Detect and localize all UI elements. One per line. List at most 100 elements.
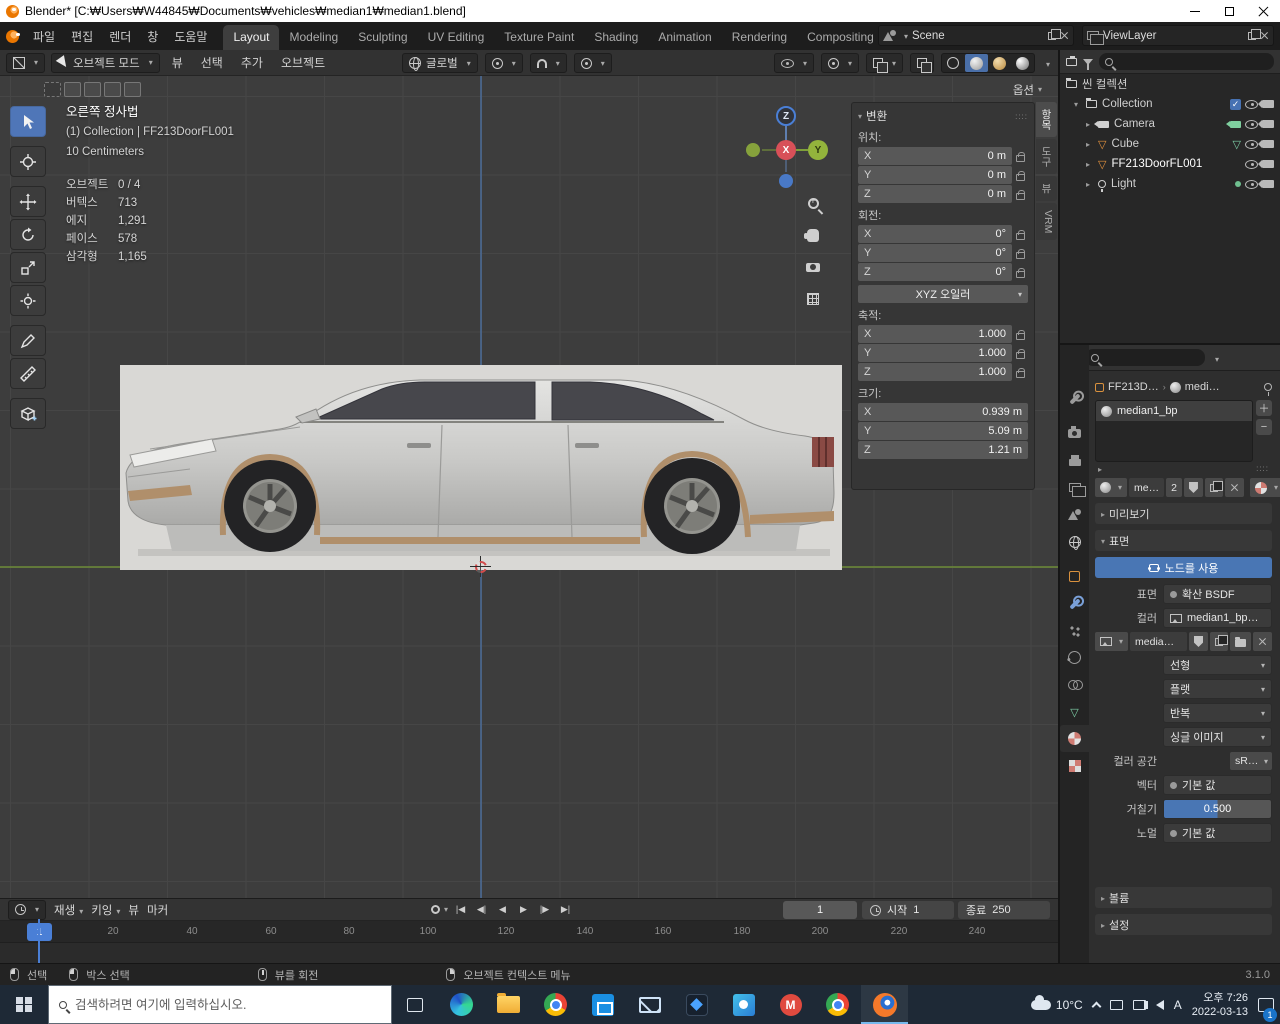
menu-select[interactable]: 선택 bbox=[195, 52, 229, 73]
proportional-editing-toggle[interactable] bbox=[574, 53, 612, 73]
workspace-tab-uv-editing[interactable]: UV Editing bbox=[418, 25, 495, 50]
tool-scale[interactable] bbox=[10, 252, 46, 283]
filter-icon[interactable] bbox=[1083, 59, 1093, 65]
collection-slot-button-2[interactable] bbox=[64, 82, 81, 97]
outliner-row-cube[interactable]: Cube bbox=[1060, 134, 1280, 154]
roughness-slider[interactable]: 0.500 bbox=[1163, 799, 1272, 819]
pivot-point-selector[interactable] bbox=[485, 53, 523, 73]
lock-scale-z[interactable] bbox=[1012, 367, 1028, 378]
collection-slot-button-1[interactable] bbox=[44, 82, 61, 97]
fake-user-button[interactable] bbox=[1184, 478, 1203, 497]
auto-keying-button[interactable] bbox=[430, 901, 449, 918]
taskbar-app-chrome[interactable] bbox=[532, 985, 579, 1024]
ime-indicator[interactable]: A bbox=[1174, 998, 1182, 1012]
hide-toggle-eye-icon[interactable] bbox=[1245, 120, 1258, 129]
xray-toggle[interactable] bbox=[910, 53, 934, 73]
pin-icon[interactable] bbox=[1264, 383, 1272, 391]
location-x-field[interactable]: X0 m bbox=[858, 147, 1012, 165]
gizmo-axis-z[interactable]: Z bbox=[776, 106, 796, 126]
gizmo-axis-z-negative[interactable] bbox=[779, 174, 793, 188]
scale-y-field[interactable]: Y1.000 bbox=[858, 344, 1012, 362]
taskbar-search[interactable] bbox=[48, 985, 392, 1024]
outliner-row-scene-collection[interactable]: 씬 컬렉션 bbox=[1060, 74, 1280, 94]
image-name-field[interactable]: media… bbox=[1130, 632, 1187, 651]
dimensions-x-field[interactable]: X0.939 m bbox=[858, 403, 1028, 421]
tab-object[interactable] bbox=[1060, 563, 1089, 590]
collection-slot-button-4[interactable] bbox=[104, 82, 121, 97]
render-toggle-camera-icon[interactable] bbox=[1262, 160, 1274, 168]
section-surface[interactable]: 표면 bbox=[1095, 530, 1272, 551]
jump-to-start-button[interactable]: |◀ bbox=[451, 901, 470, 918]
task-view-button[interactable] bbox=[392, 985, 438, 1024]
new-material-button[interactable] bbox=[1205, 478, 1223, 497]
workspace-tab-modeling[interactable]: Modeling bbox=[279, 25, 348, 50]
camera-view-button[interactable] bbox=[802, 256, 824, 278]
hide-toggle-eye-icon[interactable] bbox=[1245, 180, 1258, 189]
menu-playback[interactable]: 재생 bbox=[54, 902, 83, 918]
blender-menu-button[interactable] bbox=[6, 30, 19, 43]
sidebar-tab-tool[interactable]: 도구 bbox=[1036, 139, 1057, 174]
expand-icon[interactable] bbox=[1074, 98, 1082, 110]
scale-z-field[interactable]: Z1.000 bbox=[858, 363, 1012, 381]
tool-add-cube[interactable] bbox=[10, 398, 46, 429]
tab-view-layer[interactable] bbox=[1060, 474, 1089, 501]
tray-expand-chevron[interactable] bbox=[1091, 1001, 1101, 1011]
end-frame-field[interactable]: 종료 250 bbox=[958, 901, 1050, 919]
navigation-gizmo[interactable]: Z X Y bbox=[742, 104, 830, 194]
menu-help[interactable]: 도움말 bbox=[166, 25, 215, 48]
taskbar-search-input[interactable] bbox=[75, 998, 381, 1012]
scale-x-field[interactable]: X1.000 bbox=[858, 325, 1012, 343]
transform-panel-header[interactable]: 변환 :::: bbox=[858, 107, 1028, 125]
rotation-x-field[interactable]: X0° bbox=[858, 225, 1012, 243]
workspace-tab-sculpting[interactable]: Sculpting bbox=[348, 25, 417, 50]
collection-slot-button-5[interactable] bbox=[124, 82, 141, 97]
shading-material-button[interactable] bbox=[988, 54, 1011, 72]
delete-scene-icon[interactable] bbox=[1060, 31, 1069, 40]
menu-marker[interactable]: 마커 bbox=[147, 902, 168, 918]
taskbar-app-explorer[interactable] bbox=[485, 985, 532, 1024]
hide-toggle-eye-icon[interactable] bbox=[1245, 140, 1258, 149]
tab-particles[interactable] bbox=[1060, 617, 1089, 644]
shading-options-dropdown[interactable] bbox=[1042, 56, 1050, 70]
tool-cursor[interactable] bbox=[10, 146, 46, 177]
lock-location-x[interactable] bbox=[1012, 151, 1028, 162]
display-tray-icon[interactable] bbox=[1110, 1000, 1123, 1010]
outliner-row-collection[interactable]: Collection bbox=[1060, 94, 1280, 114]
render-toggle-camera-icon[interactable] bbox=[1262, 180, 1274, 188]
tab-material[interactable] bbox=[1060, 725, 1089, 752]
surface-shader-dropdown[interactable]: 확산 BSDF bbox=[1163, 584, 1272, 604]
taskbar-app-chrome-2[interactable] bbox=[814, 985, 861, 1024]
workspace-tab-texture-paint[interactable]: Texture Paint bbox=[494, 25, 584, 50]
menu-edit[interactable]: 편집 bbox=[63, 25, 101, 48]
list-grip-icon[interactable]: :::: bbox=[1256, 464, 1269, 473]
play-reverse-button[interactable]: ◀ bbox=[493, 901, 512, 918]
render-toggle-camera-icon[interactable] bbox=[1262, 100, 1274, 108]
shading-rendered-button[interactable] bbox=[1011, 54, 1034, 72]
menu-file[interactable]: 파일 bbox=[25, 25, 63, 48]
expand-icon[interactable] bbox=[1086, 118, 1094, 130]
shading-solid-button[interactable] bbox=[965, 54, 988, 72]
tab-render[interactable] bbox=[1060, 420, 1089, 447]
tab-object-data[interactable] bbox=[1060, 698, 1089, 725]
properties-search-input[interactable] bbox=[1103, 352, 1199, 364]
menu-timeline-view[interactable]: 뷰 bbox=[128, 902, 139, 918]
slot-add-button[interactable]: ＋ bbox=[1256, 400, 1272, 416]
open-image-button[interactable] bbox=[1230, 632, 1251, 651]
tool-measure[interactable] bbox=[10, 358, 46, 389]
tool-move[interactable] bbox=[10, 186, 46, 217]
cursor-3d[interactable] bbox=[472, 558, 489, 575]
visibility-dropdown[interactable] bbox=[774, 53, 814, 73]
hide-toggle-eye-icon[interactable] bbox=[1245, 100, 1258, 109]
breadcrumb-material[interactable]: medi… bbox=[1185, 381, 1220, 393]
material-name-field[interactable]: me… bbox=[1129, 478, 1164, 497]
jump-to-end-button[interactable]: ▶| bbox=[556, 901, 575, 918]
location-z-field[interactable]: Z0 m bbox=[858, 185, 1012, 203]
projection-dropdown[interactable]: 플랫 bbox=[1163, 679, 1272, 699]
timeline-ruler[interactable]: 20 40 60 80 100 120 140 160 180 200 220 … bbox=[0, 921, 1058, 943]
vector-dropdown[interactable]: 기본 값 bbox=[1163, 775, 1272, 795]
next-keyframe-button[interactable]: |▶ bbox=[535, 901, 554, 918]
workspace-tab-compositing[interactable]: Compositing bbox=[797, 25, 884, 50]
editor-type-button[interactable] bbox=[6, 53, 45, 73]
start-frame-field[interactable]: 시작 1 bbox=[862, 901, 954, 919]
menu-view[interactable]: 뷰 bbox=[166, 52, 189, 73]
